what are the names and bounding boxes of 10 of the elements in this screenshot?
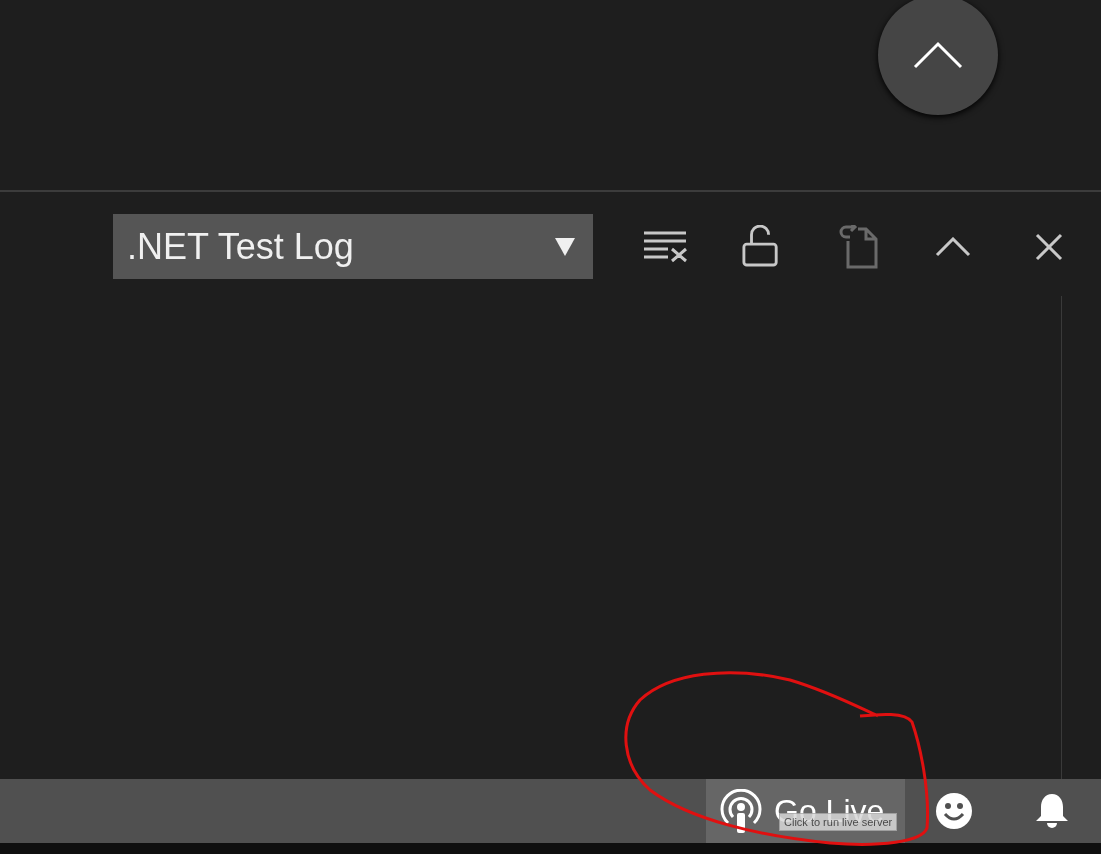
- close-icon[interactable]: [1035, 232, 1063, 261]
- chevron-up-icon: [913, 41, 963, 69]
- output-selector-dropdown[interactable]: .NET Test Log: [113, 214, 593, 279]
- clear-all-icon[interactable]: [642, 230, 688, 263]
- broadcast-icon: [720, 789, 762, 833]
- bell-icon[interactable]: [1034, 792, 1070, 830]
- unlocked-padlock-icon[interactable]: [742, 224, 780, 269]
- smiley-icon[interactable]: [935, 792, 973, 830]
- dropdown-triangle-icon: [555, 237, 575, 256]
- chevron-up-icon[interactable]: [935, 236, 971, 257]
